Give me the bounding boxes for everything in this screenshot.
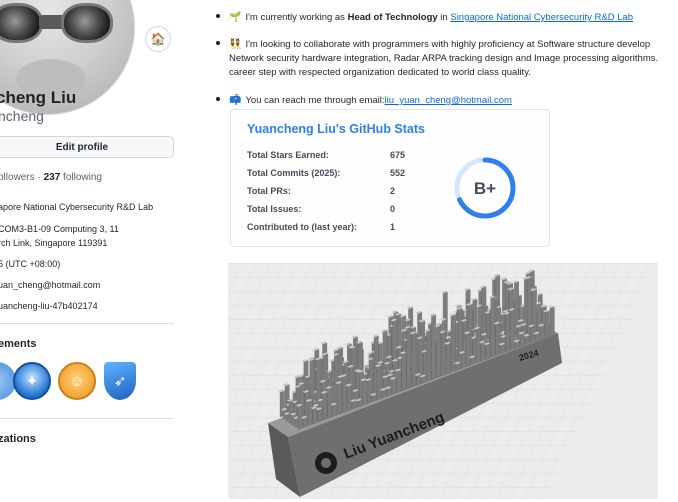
achievement-badge-2[interactable]: ✦ [13,362,51,400]
stats-title: Yuancheng Liu's GitHub Stats [247,122,425,136]
contribution-tower [441,331,446,377]
contribution-tower [312,407,318,425]
following-label[interactable]: following [60,172,102,183]
contribution-tower [332,403,338,417]
contribution-tower [362,379,367,406]
contribution-tower [347,384,352,412]
contribution-tower [460,352,466,369]
contribution-tower [500,343,506,355]
shark-icon: ✦ [25,373,39,390]
quickdraw-icon: ➶ [113,373,127,390]
contribution-tower [342,375,348,414]
profile-fullname: cheng Liu [0,88,77,107]
bullet [216,41,220,45]
following-count[interactable]: 237 [44,172,61,183]
organizations-heading: zations [0,433,36,445]
profile-sidebar: 🏠 cheng Liu ncheng Edit profile ollowers… [0,0,192,502]
contribution-tower [436,325,441,379]
contribution-tower [549,306,555,336]
readme-line-work: 🌱 I'm currently working as Head of Techno… [216,11,633,25]
readme-line-collab-3: career step with respected organization … [229,67,531,78]
readme-content: 🌱 I'm currently working as Head of Techno… [216,0,678,502]
stat-value: 552 [390,168,406,178]
follow-stats: ollowers · 237 following [0,172,102,183]
contribution-tower [431,314,436,381]
contribution-tower [337,382,343,416]
contribution-tower [451,314,456,373]
achievement-badge-4[interactable]: ➶ [104,362,136,400]
stat-value: 675 [390,150,406,160]
stat-label: Total Issues: [247,204,302,214]
contribution-tower [475,327,481,364]
skyline-model-svg: Liu Yuancheng 2024 [228,263,658,499]
contribution-tower [391,378,397,395]
set-status-button[interactable]: 🏠 [145,26,171,52]
contribution-tower [322,392,328,421]
readme-line-collab-2: Network security hardware integration, R… [229,53,659,64]
readme-line-collab: 👯 I'm looking to collaborate with program… [216,38,650,52]
contribution-tower [446,342,451,375]
contribution-tower [376,365,382,401]
contribution-skyline-model[interactable]: Liu Yuancheng 2024 [228,263,658,499]
contribution-tower [490,296,496,358]
contribution-tower [510,309,516,351]
company-link[interactable]: Singapore National Cybersecurity R&D Lab [450,12,633,23]
contribution-tower [485,343,491,360]
contribution-tower [530,325,535,344]
bullet [216,14,220,18]
achievement-badge-3[interactable]: ☺ [58,362,96,400]
people-icon: 👯 [229,39,242,50]
edit-profile-button[interactable]: Edit profile [0,136,174,158]
contribution-tower [396,369,402,393]
contribution-tower [480,341,486,362]
contribution-tower [411,332,417,388]
divider [0,323,174,324]
stat-label: Total PRs: [247,186,291,196]
rank-ring: B+ [454,157,516,219]
cowboy-icon: ☺ [69,372,85,390]
avatar-goggle-left [0,3,43,43]
achievements-heading[interactable]: ements [0,338,37,350]
email-link[interactable]: uan_cheng@hotmail.com [0,279,100,291]
stat-value: 1 [390,222,396,232]
contribution-tower [426,329,432,382]
avatar-goggle-right [61,3,113,43]
followers-link[interactable]: ollowers · [0,172,44,183]
stat-label: Total Commits (2025): [247,168,341,178]
stat-value: 2 [390,186,396,196]
contribution-tower [539,324,545,340]
readme-line-contact: 📫 You can reach me through email:liu_yuan… [216,94,512,108]
contribution-tower [406,326,412,390]
contribution-tower [401,352,407,392]
profile-username: ncheng [0,108,44,124]
linkedin-link[interactable]: uancheng-liu-47b402174 [0,300,98,312]
house-icon: 🏠 [150,32,166,46]
company-item: apore National Cybersecurity R&D Lab [0,202,154,212]
github-stats-card[interactable]: Yuancheng Liu's GitHub Stats Total Stars… [230,109,550,247]
contribution-tower [525,334,530,346]
email-link[interactable]: liu_yuan_cheng@hotmail.com [385,95,512,106]
stat-value: 0 [390,204,396,214]
location-line1: COM3-B1-09 Computing 3, 11 [0,224,119,234]
stat-label: Contributed to (last year): [247,222,358,232]
rank-grade: B+ [474,179,496,198]
contribution-tower [302,416,308,428]
github-logo-inner [321,458,331,468]
location-line2: rch Link, Singapore 119391 [0,238,108,248]
contribution-tower [367,379,372,405]
divider [0,418,174,419]
bullet [216,97,220,101]
contribution-tower [505,312,511,353]
contribution-tower [520,332,525,347]
stat-label: Total Stars Earned: [247,150,329,160]
contribution-tower [544,310,550,338]
contribution-tower [327,387,333,419]
seedling-icon: 🌱 [229,12,242,23]
contribution-tower [495,322,501,357]
timezone-item: 5 (UTC +08:00) [0,259,61,269]
mailbox-icon: 📫 [229,95,242,106]
contribution-tower [465,332,471,368]
contribution-tower [307,400,313,427]
contribution-tower [317,408,323,423]
